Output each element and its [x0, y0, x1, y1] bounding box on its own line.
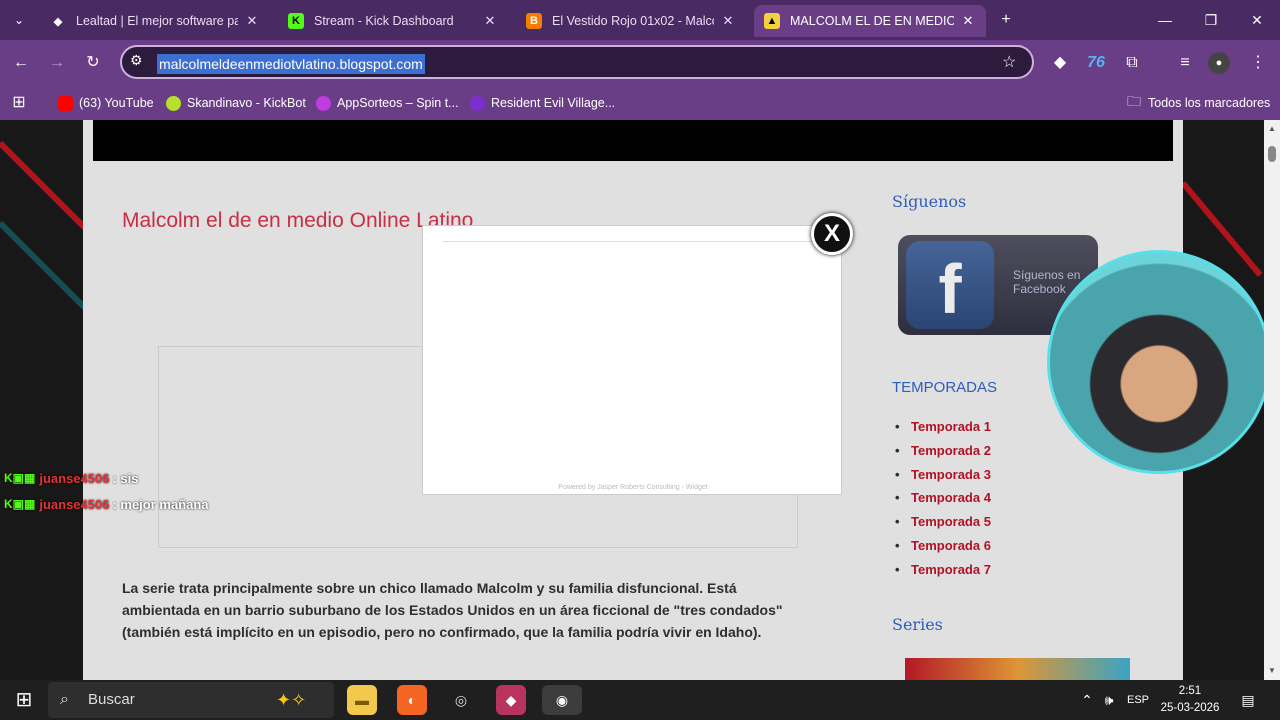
- address-bar[interactable]: ⚙ malcolmeldeenmediotvlatino.blogspot.co…: [120, 45, 1034, 79]
- tab-strip: ⌄ ◆ Lealtad | El mejor software para ✕ K…: [0, 0, 1280, 40]
- tab-vestido-rojo[interactable]: B El Vestido Rojo 01x02 - Malcolm ✕: [516, 5, 746, 37]
- appsorteos-icon: [316, 95, 331, 111]
- close-window-icon[interactable]: ✕: [1242, 8, 1272, 32]
- reload-icon[interactable]: ↻: [80, 50, 106, 76]
- bookmark-appsorteos[interactable]: AppSorteos – Spin t...: [316, 93, 459, 113]
- extensions-puzzle-icon[interactable]: ⧉: [1119, 50, 1145, 76]
- scroll-down-icon[interactable]: ▼: [1267, 666, 1277, 675]
- scroll-thumb[interactable]: [1268, 146, 1276, 162]
- profile-avatar[interactable]: ●: [1208, 52, 1230, 74]
- blogger-icon: B: [526, 13, 542, 29]
- windows-taskbar: ⊞ ⌕ Buscar ✦✧ ▬ ◐ ◎ ◆ ◉ ⌃ 🕪 ESP 2:51 25-…: [0, 680, 1280, 720]
- bookmark-resident-evil[interactable]: Resident Evil Village...: [470, 93, 615, 113]
- extension-translate-icon[interactable]: 76: [1083, 50, 1109, 76]
- tab-malcolm-active[interactable]: ▲ MALCOLM EL DE EN MEDIO TV ✕: [754, 5, 986, 37]
- new-tab-button[interactable]: +: [993, 7, 1019, 33]
- close-tab-icon[interactable]: ✕: [720, 13, 736, 29]
- menu-icon[interactable]: ⋮: [1245, 50, 1271, 76]
- search-icon: ⌕: [60, 691, 69, 708]
- file-explorer-icon[interactable]: ▬: [347, 685, 377, 715]
- webcam-overlay: [1047, 250, 1271, 474]
- chat-badge-icons: K▣▦: [4, 497, 36, 511]
- close-tab-icon[interactable]: ✕: [482, 13, 498, 29]
- brave-icon[interactable]: ◆: [496, 685, 526, 715]
- kick-icon: K: [288, 13, 304, 29]
- volume-icon[interactable]: 🕪: [1094, 685, 1124, 715]
- blog-icon: ▲: [764, 13, 780, 29]
- language-indicator[interactable]: ESP: [1122, 685, 1154, 715]
- popup-powered-by: Powered by Jasper Roberts Consulting - W…: [558, 484, 708, 491]
- minimize-icon[interactable]: —: [1150, 8, 1180, 32]
- page-viewport: Malcolm el de en medio Online Latino La …: [0, 120, 1280, 680]
- bookmark-youtube[interactable]: (63) YouTube: [58, 93, 154, 113]
- copilot-sparkle-icon: ✦✧: [276, 690, 307, 710]
- forward-icon[interactable]: →: [44, 50, 70, 76]
- youtube-icon: [58, 95, 73, 111]
- tab-lealtad[interactable]: ◆ Lealtad | El mejor software para ✕: [40, 5, 270, 37]
- all-bookmarks[interactable]: 🗀 Todos los marcadores: [1127, 93, 1270, 113]
- media-control-icon[interactable]: ≡: [1172, 50, 1198, 76]
- close-tab-icon[interactable]: ✕: [244, 13, 260, 29]
- bookmark-star-icon[interactable]: ☆: [1002, 52, 1016, 72]
- chat-badge-icons: K▣▦: [4, 471, 36, 485]
- extension-diamond-icon[interactable]: ◆: [1047, 50, 1073, 76]
- notifications-icon[interactable]: ▤: [1233, 685, 1263, 715]
- resident-evil-icon: [470, 95, 485, 111]
- tab-search-icon[interactable]: ⌄: [6, 7, 32, 33]
- bookmarks-bar: ⊞ (63) YouTube Skandinavo - KickBot AppS…: [0, 86, 1280, 120]
- kickbot-icon: [166, 95, 181, 111]
- restore-icon[interactable]: ❐: [1196, 8, 1226, 32]
- tab-kick-dashboard[interactable]: K Stream - Kick Dashboard ✕: [278, 5, 508, 37]
- popup-divider: [443, 241, 813, 242]
- chat-message: K▣▦ juanse4506 : mejor mañana: [4, 496, 209, 512]
- site-info-icon[interactable]: ⚙: [130, 52, 143, 69]
- popup-close-button[interactable]: X: [811, 213, 853, 255]
- scroll-up-icon[interactable]: ▲: [1267, 124, 1277, 133]
- obs-icon[interactable]: ◎: [446, 685, 476, 715]
- chrome-diamond-icon: ◆: [53, 15, 63, 28]
- clock[interactable]: 2:51 25-03-2026: [1160, 683, 1220, 717]
- page-scrollbar[interactable]: ▲ ▼: [1264, 120, 1280, 680]
- close-tab-icon[interactable]: ✕: [960, 13, 976, 29]
- crunchyroll-icon[interactable]: ◐: [397, 685, 427, 715]
- popup-widget: Powered by Jasper Roberts Consulting - W…: [422, 225, 842, 495]
- back-icon[interactable]: ←: [8, 50, 34, 76]
- folder-icon: 🗀: [1127, 93, 1141, 109]
- windows-start-icon[interactable]: ⊞: [9, 685, 39, 715]
- taskbar-search[interactable]: ⌕ Buscar ✦✧: [48, 682, 334, 718]
- toolbar: ← → ↻ ⚙ malcolmeldeenmediotvlatino.blogs…: [0, 40, 1280, 86]
- chat-message: K▣▦ juanse4506 : sis: [4, 470, 139, 486]
- url-text[interactable]: malcolmeldeenmediotvlatino.blogspot.com: [157, 54, 425, 74]
- apps-grid-icon[interactable]: ⊞: [6, 90, 32, 116]
- chrome-icon[interactable]: ◉: [542, 685, 582, 715]
- bookmark-kickbot[interactable]: Skandinavo - KickBot: [166, 93, 306, 113]
